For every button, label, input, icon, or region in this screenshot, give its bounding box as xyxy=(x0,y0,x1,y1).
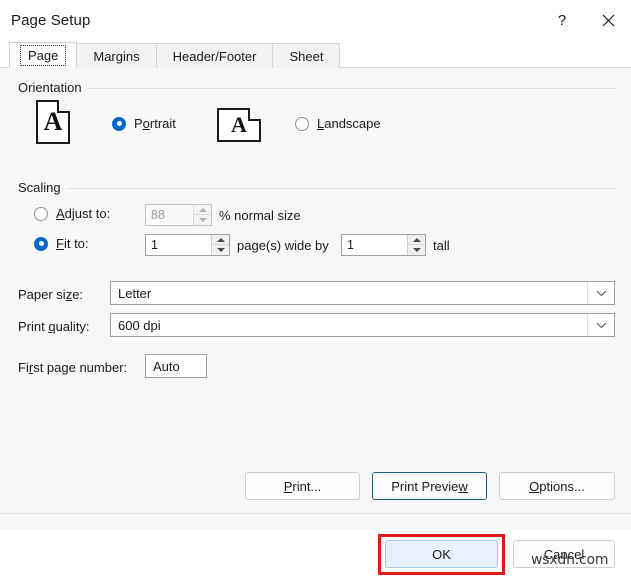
adjust-to-label: Adjust to: xyxy=(56,206,111,221)
fit-to-wide-spinner-up[interactable] xyxy=(212,235,229,245)
print-quality-chevron-down-icon[interactable] xyxy=(587,314,614,336)
orientation-group: Orientation A Portrait A Landscape xyxy=(18,80,615,144)
print-quality-label: Print quality: xyxy=(18,319,90,334)
options-button[interactable]: Options... xyxy=(499,472,615,500)
landscape-radio-label: Landscape xyxy=(317,116,381,131)
tab-strip: Page Margins Header/Footer Sheet xyxy=(0,40,631,68)
fit-to-wide-spinner[interactable]: 1 xyxy=(145,234,230,256)
print-quality-value: 600 dpi xyxy=(118,317,161,333)
fit-to-tall-value: 1 xyxy=(347,238,354,252)
paper-size-label: Paper size: xyxy=(18,287,84,302)
portrait-icon-fold xyxy=(57,100,70,113)
scaling-group: Scaling Adjust to: 88 % normal size Fit … xyxy=(18,180,615,256)
tab-page-label: Page xyxy=(20,44,67,66)
fit-to-wide-spinner-down[interactable] xyxy=(212,245,229,255)
print-button-label: Print... xyxy=(283,478,322,494)
help-question-icon[interactable]: ? xyxy=(539,0,585,40)
fit-to-wide-spinner-buttons[interactable] xyxy=(211,235,229,255)
adjust-to-radio[interactable] xyxy=(34,206,48,221)
landscape-icon-fold xyxy=(248,108,261,121)
tab-margins[interactable]: Margins xyxy=(76,43,157,68)
scaling-group-header: Scaling xyxy=(18,180,615,197)
ok-button-label: OK xyxy=(432,546,451,562)
orientation-group-line xyxy=(18,88,615,89)
dialog-title: Page Setup xyxy=(11,11,91,29)
page-setup-dialog: Page Setup ? Page Margins Header/Footer … xyxy=(0,0,631,581)
fit-to-radio[interactable] xyxy=(34,236,48,251)
tab-page[interactable]: Page xyxy=(9,42,78,68)
fit-to-tall-spinner[interactable]: 1 xyxy=(341,234,426,256)
first-page-number-label: First page number: xyxy=(18,360,128,375)
scaling-adjust-radio-row[interactable]: Adjust to: xyxy=(34,206,110,221)
scaling-group-label: Scaling xyxy=(18,180,68,195)
print-quality-combobox[interactable]: 600 dpi xyxy=(110,313,615,337)
fit-to-tall-spinner-up[interactable] xyxy=(408,235,425,245)
portrait-page-icon: A xyxy=(36,100,70,144)
site-watermark: wsxdn.com xyxy=(531,552,609,568)
adjust-to-spinner-up[interactable] xyxy=(194,205,211,215)
close-x-icon[interactable] xyxy=(585,0,631,40)
orientation-landscape-radio-row[interactable]: Landscape xyxy=(295,116,381,131)
fit-to-tall-spinner-down[interactable] xyxy=(408,245,425,255)
scaling-fit-radio-row[interactable]: Fit to: xyxy=(34,236,89,251)
adjust-to-suffix: % normal size xyxy=(219,208,301,223)
orientation-group-label: Orientation xyxy=(18,80,89,95)
fit-to-middle-text: page(s) wide by xyxy=(237,238,329,253)
footer-separator xyxy=(0,513,631,514)
tab-header-footer-label: Header/Footer xyxy=(172,48,257,64)
landscape-icon-letter: A xyxy=(231,112,247,137)
print-preview-button-label: Print Preview xyxy=(391,478,468,494)
help-glyph: ? xyxy=(557,11,567,29)
paper-size-chevron-down-icon[interactable] xyxy=(587,282,614,304)
tab-margins-label: Margins xyxy=(93,48,140,64)
scaling-group-line xyxy=(18,188,615,189)
fit-to-wide-value: 1 xyxy=(151,238,158,252)
adjust-to-spinner[interactable]: 88 xyxy=(145,204,212,226)
landscape-page-icon: A xyxy=(217,108,261,142)
paper-size-combobox[interactable]: Letter xyxy=(110,281,615,305)
portrait-radio[interactable] xyxy=(112,116,126,131)
tab-header-footer[interactable]: Header/Footer xyxy=(155,43,274,68)
paper-size-value: Letter xyxy=(118,285,152,301)
fit-to-tall-text: tall xyxy=(433,238,450,253)
landscape-radio[interactable] xyxy=(295,116,309,131)
portrait-radio-label: Portrait xyxy=(134,116,176,131)
dialog-titlebar: Page Setup ? xyxy=(0,0,631,40)
first-page-number-value: Auto xyxy=(153,358,180,374)
tab-sheet[interactable]: Sheet xyxy=(272,43,341,68)
fit-to-tall-spinner-buttons[interactable] xyxy=(407,235,425,255)
fit-to-label: Fit to: xyxy=(56,236,89,251)
orientation-portrait-radio-row[interactable]: Portrait xyxy=(112,116,176,131)
options-button-label: Options... xyxy=(529,478,585,494)
ok-button[interactable]: OK xyxy=(385,540,498,568)
page-tab-content: Orientation A Portrait A Landscape Scali… xyxy=(0,68,631,581)
adjust-to-spinner-buttons[interactable] xyxy=(193,205,211,225)
adjust-to-value: 88 xyxy=(151,208,165,222)
first-page-number-input[interactable]: Auto xyxy=(145,354,207,378)
adjust-to-spinner-down[interactable] xyxy=(194,215,211,225)
tab-sheet-label: Sheet xyxy=(289,48,324,64)
orientation-group-header: Orientation xyxy=(18,80,615,97)
dialog-footer: OK Cancel wsxdn.com xyxy=(0,529,631,581)
titlebar-buttons: ? xyxy=(539,0,631,40)
print-preview-button[interactable]: Print Preview xyxy=(372,472,487,500)
print-button[interactable]: Print... xyxy=(245,472,360,500)
